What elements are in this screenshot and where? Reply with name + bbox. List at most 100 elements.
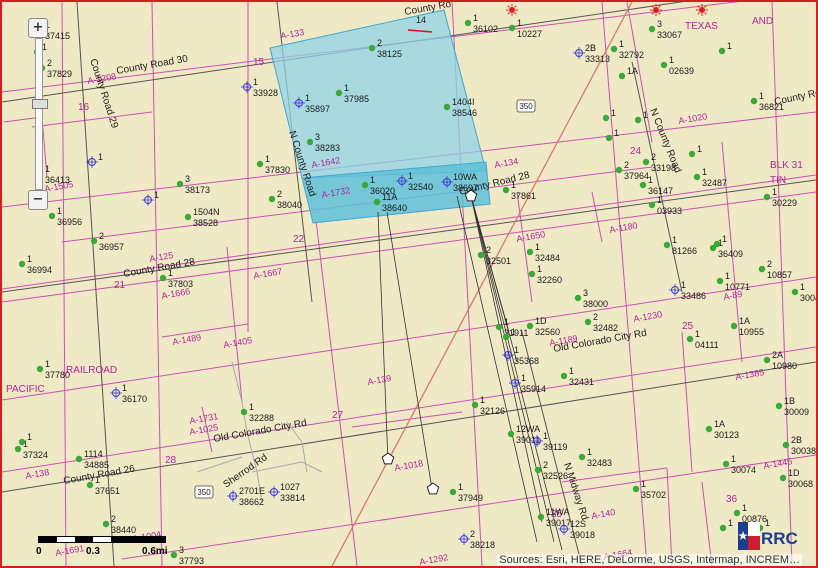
well-dot-icon[interactable] (779, 474, 787, 482)
well-dot-icon[interactable] (306, 138, 314, 146)
well-dot-icon[interactable] (642, 158, 650, 166)
railroad-label: TIN (770, 175, 786, 186)
permit-number: 1 (253, 77, 258, 87)
well-dot-icon[interactable] (722, 460, 730, 468)
well-dot-icon[interactable] (502, 333, 510, 341)
well-dot-icon[interactable] (537, 513, 545, 521)
permit-number: 1 (154, 190, 159, 200)
well-id: 30068 (788, 479, 813, 489)
well-dot-icon[interactable] (240, 408, 248, 416)
well-dot-icon[interactable] (663, 241, 671, 249)
well-dot-icon[interactable] (373, 198, 381, 206)
well-number: 1 (569, 366, 574, 376)
well-id: 36994 (27, 265, 52, 275)
well-number: 1 (722, 234, 727, 244)
well-dot-icon[interactable] (368, 44, 376, 52)
well-dot-icon[interactable] (763, 193, 771, 201)
permit-id: 33486 (681, 291, 706, 301)
well-dot-icon[interactable] (528, 270, 536, 278)
well-dot-icon[interactable] (18, 438, 26, 446)
well-id: 38283 (315, 143, 340, 153)
permit-number: 2701E (239, 486, 265, 496)
well-dot-icon[interactable] (639, 181, 647, 189)
well-dot-icon[interactable] (758, 265, 766, 273)
zoom-in-button[interactable]: + (28, 18, 48, 38)
well-dot-icon[interactable] (648, 201, 656, 209)
well-id: 30038 (791, 446, 816, 456)
well-dot-icon[interactable] (782, 441, 790, 449)
well-dot-icon[interactable] (602, 114, 610, 122)
well-id: 33067 (657, 30, 682, 40)
map-canvas[interactable]: 14 15162122252728243536 A-133A-1208A-164… (2, 2, 816, 566)
well-dot-icon[interactable] (464, 19, 472, 27)
well-dot-icon[interactable] (719, 524, 727, 532)
well-dot-icon[interactable] (716, 277, 724, 285)
well-dot-icon[interactable] (526, 322, 534, 330)
zoom-slider-thumb[interactable] (32, 99, 48, 109)
well-dot-icon[interactable] (730, 322, 738, 330)
well-dot-icon[interactable] (713, 240, 721, 248)
well-dot-icon[interactable] (718, 47, 726, 55)
well-dot-icon[interactable] (763, 356, 771, 364)
well-dot-icon[interactable] (75, 455, 83, 463)
well-dot-icon[interactable] (574, 294, 582, 302)
well-dot-icon[interactable] (159, 274, 167, 282)
well-dot-icon[interactable] (693, 173, 701, 181)
well-dot-icon[interactable] (176, 180, 184, 188)
well-dot-icon[interactable] (495, 323, 503, 331)
well-dot-icon[interactable] (90, 237, 98, 245)
well-dot-icon[interactable] (335, 89, 343, 97)
well-dot-icon[interactable] (477, 251, 485, 259)
red-sun-marker-icon[interactable] (650, 4, 662, 16)
red-sun-marker-icon[interactable] (506, 4, 518, 16)
scale-tick-0: 0 (36, 546, 42, 557)
well-dot-icon[interactable] (618, 72, 626, 80)
well-dot-icon[interactable] (605, 134, 613, 142)
well-dot-icon[interactable] (48, 212, 56, 220)
well-dot-icon[interactable] (508, 24, 516, 32)
well-id: 32482 (593, 323, 618, 333)
well-dot-icon[interactable] (502, 186, 510, 194)
well-dot-icon[interactable] (36, 365, 44, 373)
well-dot-icon[interactable] (610, 45, 618, 53)
well-dot-icon[interactable] (256, 160, 264, 168)
well-dot-icon[interactable] (184, 213, 192, 221)
well-number: 2 (624, 160, 629, 170)
well-dot-icon[interactable] (18, 260, 26, 268)
well-dot-icon[interactable] (86, 481, 94, 489)
well-dot-icon[interactable] (526, 248, 534, 256)
zoom-out-button[interactable]: − (28, 190, 48, 210)
well-dot-icon[interactable] (578, 453, 586, 461)
well-id: 37415 (45, 31, 70, 41)
zoom-slider-track[interactable] (32, 38, 48, 190)
well-number: 3 (315, 132, 320, 142)
well-number: 2 (651, 152, 656, 162)
well-dot-icon[interactable] (686, 335, 694, 343)
well-dot-icon[interactable] (791, 288, 799, 296)
well-dot-icon[interactable] (615, 166, 623, 174)
permit-number: 2 (470, 529, 475, 539)
well-dot-icon[interactable] (775, 402, 783, 410)
well-dot-icon[interactable] (584, 318, 592, 326)
well-dot-icon[interactable] (268, 195, 276, 203)
well-dot-icon[interactable] (648, 25, 656, 33)
well-id: 10771 (725, 282, 750, 292)
well-dot-icon[interactable] (534, 466, 542, 474)
well-dot-icon[interactable] (750, 97, 758, 105)
well-dot-icon[interactable] (634, 116, 642, 124)
well-dot-icon[interactable] (102, 520, 110, 528)
well-dot-icon[interactable] (705, 425, 713, 433)
well-id: 30009 (784, 407, 809, 417)
red-sun-marker-icon[interactable] (696, 4, 708, 16)
well-dot-icon[interactable] (660, 61, 668, 69)
well-dot-icon[interactable] (688, 150, 696, 158)
well-dot-icon[interactable] (507, 430, 515, 438)
well-dot-icon[interactable] (471, 401, 479, 409)
well-dot-icon[interactable] (449, 488, 457, 496)
well-dot-icon[interactable] (443, 103, 451, 111)
well-dot-icon[interactable] (733, 509, 741, 517)
well-dot-icon[interactable] (14, 445, 22, 453)
well-dot-icon[interactable] (632, 485, 640, 493)
well-dot-icon[interactable] (560, 372, 568, 380)
well-dot-icon[interactable] (361, 181, 369, 189)
